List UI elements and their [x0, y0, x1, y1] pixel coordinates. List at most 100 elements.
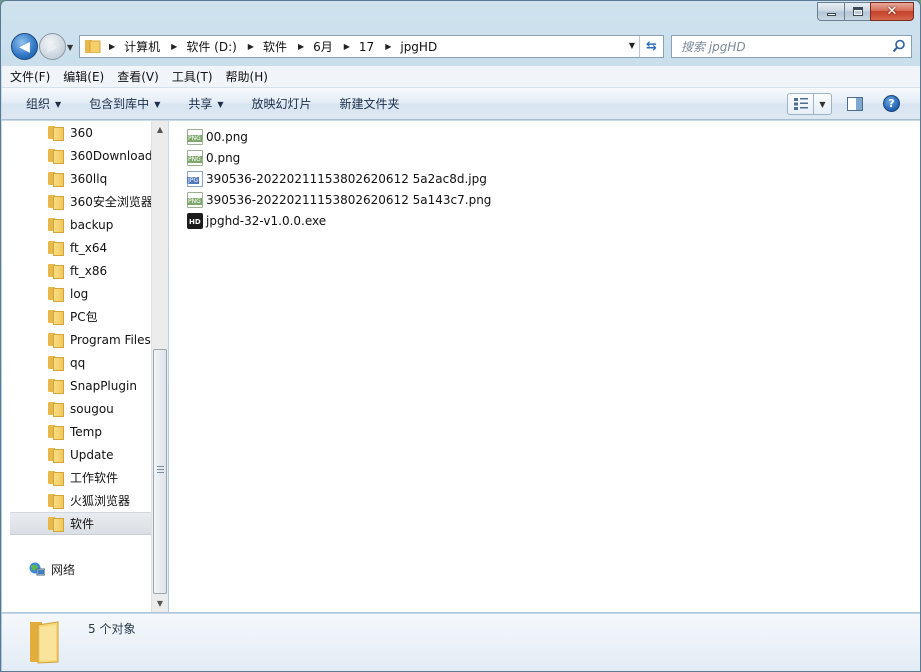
tree-item-selected[interactable]: 软件 — [10, 512, 151, 535]
view-options-icon[interactable] — [788, 94, 814, 114]
menu-view[interactable]: 查看(V) — [117, 68, 159, 85]
tree-item[interactable]: ft_x86 — [2, 259, 151, 282]
network-label: 网络 — [51, 563, 76, 577]
folder-icon — [48, 517, 64, 532]
tree-item[interactable]: PC包 — [2, 305, 151, 328]
address-history-dropdown[interactable]: ▼ — [629, 41, 635, 50]
tree-item-label: ft_x86 — [70, 263, 108, 278]
close-button[interactable]: ✕ — [870, 2, 914, 21]
menu-help[interactable]: 帮助(H) — [226, 68, 268, 85]
scroll-down-arrow-icon[interactable]: ▼ — [152, 595, 168, 612]
folder-icon — [48, 126, 64, 141]
minimize-button[interactable] — [817, 2, 844, 21]
list-item[interactable]: 0.png — [187, 148, 240, 168]
explorer-window: ✕ ◀ ▶ ▼ ▶ 计算机 ▶ 软件 (D:) ▶ 软件 ▶ 6月 ▶ 17 ▶… — [0, 0, 921, 672]
nav-pane-scrollbar[interactable]: ▲ ▼ — [151, 121, 168, 612]
tree-item-label: Temp — [70, 424, 102, 439]
tree-item[interactable]: Update — [2, 443, 151, 466]
breadcrumb-computer[interactable]: 计算机 — [124, 38, 160, 55]
scroll-up-arrow-icon[interactable]: ▲ — [152, 121, 168, 138]
tree-item[interactable]: 360llq — [2, 167, 151, 190]
preview-pane-button[interactable] — [847, 97, 863, 111]
breadcrumb-chevron-icon[interactable]: ▶ — [298, 42, 304, 51]
tree-item[interactable]: 火狐浏览器 — [2, 489, 151, 512]
include-in-library-button[interactable]: 包含到库中 ▼ — [89, 95, 160, 112]
breadcrumb-chevron-icon[interactable]: ▶ — [385, 42, 391, 51]
breadcrumb-jpghd[interactable]: jpgHD — [400, 40, 437, 54]
tree-item[interactable]: Program Files — [2, 328, 151, 351]
jpg-file-icon — [187, 171, 203, 187]
organize-button[interactable]: 组织 ▼ — [26, 95, 61, 112]
slideshow-button[interactable]: 放映幻灯片 — [252, 95, 312, 112]
tree-item[interactable]: 工作软件 — [2, 466, 151, 489]
folder-icon — [30, 621, 59, 664]
tree-item-label: 360llq — [70, 171, 108, 186]
tree-item[interactable]: 360安全浏览器 — [2, 190, 151, 213]
breadcrumb-chevron-icon[interactable]: ▶ — [109, 42, 115, 51]
search-icon[interactable] — [892, 39, 906, 53]
tree-item-label: Program Files — [70, 332, 151, 347]
tree-item-label: PC包 — [70, 310, 98, 324]
breadcrumb-june[interactable]: 6月 — [313, 38, 333, 55]
breadcrumb-chevron-icon[interactable]: ▶ — [171, 42, 177, 51]
tree-item[interactable]: sougou — [2, 397, 151, 420]
tree-item[interactable]: backup — [2, 213, 151, 236]
tree-item-label: qq — [70, 355, 86, 370]
scrollbar-thumb[interactable] — [153, 349, 167, 594]
close-icon: ✕ — [886, 4, 898, 19]
change-view-button[interactable]: ▼ — [787, 93, 832, 115]
view-dropdown-icon[interactable]: ▼ — [814, 94, 831, 114]
tree-item[interactable]: ft_x64 — [2, 236, 151, 259]
tree-item[interactable]: 360Download — [2, 144, 151, 167]
png-file-icon — [187, 192, 203, 208]
help-button[interactable]: ? — [883, 95, 900, 112]
file-name: 00.png — [206, 130, 248, 144]
address-bar[interactable]: ▶ 计算机 ▶ 软件 (D:) ▶ 软件 ▶ 6月 ▶ 17 ▶ jpgHD ▼… — [79, 35, 664, 58]
folder-icon — [48, 287, 64, 302]
list-item[interactable]: jpghd-32-v1.0.0.exe — [187, 211, 326, 231]
refresh-button[interactable]: ⇆ — [639, 36, 663, 57]
menu-file[interactable]: 文件(F) — [10, 68, 50, 85]
tree-item[interactable]: Temp — [2, 420, 151, 443]
search-input[interactable]: 搜索 jpgHD — [671, 35, 912, 58]
list-item[interactable]: 390536-20220211153802620612 5a143c7.png — [187, 190, 491, 210]
breadcrumb-chevron-icon[interactable]: ▶ — [248, 42, 254, 51]
folder-icon — [48, 218, 64, 233]
new-folder-button[interactable]: 新建文件夹 — [340, 95, 400, 112]
file-list: 00.png 0.png 390536-20220211153802620612… — [169, 121, 920, 612]
list-item[interactable]: 00.png — [187, 127, 248, 147]
folder-icon — [48, 264, 64, 279]
share-label: 共享 — [188, 97, 213, 111]
grip-icon — [157, 466, 164, 473]
tree-item[interactable]: 360 — [2, 121, 151, 144]
folder-icon — [48, 356, 64, 371]
share-button[interactable]: 共享 ▼ — [188, 95, 223, 112]
refresh-icon: ⇆ — [646, 39, 657, 54]
menu-tools[interactable]: 工具(T) — [172, 68, 213, 85]
list-item[interactable]: 390536-20220211153802620612 5a2ac8d.jpg — [187, 169, 487, 189]
navigation-row: ◀ ▶ ▼ ▶ 计算机 ▶ 软件 (D:) ▶ 软件 ▶ 6月 ▶ 17 ▶ j… — [1, 31, 920, 63]
breadcrumb-chevron-icon[interactable]: ▶ — [344, 42, 350, 51]
tree-item[interactable]: log — [2, 282, 151, 305]
breadcrumb-17[interactable]: 17 — [359, 40, 374, 54]
forward-button[interactable]: ▶ — [39, 33, 66, 60]
maximize-icon — [852, 7, 863, 16]
recent-pages-dropdown[interactable]: ▼ — [67, 43, 73, 52]
png-file-icon — [187, 129, 203, 145]
menu-bar: 文件(F) 编辑(E) 查看(V) 工具(T) 帮助(H) — [2, 66, 920, 88]
folder-icon — [48, 379, 64, 394]
back-button[interactable]: ◀ — [11, 33, 38, 60]
item-count: 5 个对象 — [88, 622, 136, 636]
tree-item-label: 360安全浏览器 — [70, 195, 151, 209]
tree-item-label: ft_x64 — [70, 240, 108, 255]
sidebar-item-network[interactable]: 网络 — [29, 561, 75, 578]
tree-item-label: 工作软件 — [70, 471, 119, 485]
tree-item[interactable]: SnapPlugin — [2, 374, 151, 397]
tree-item[interactable]: qq — [2, 351, 151, 374]
exe-file-icon — [187, 213, 203, 229]
tree-item-label: SnapPlugin — [70, 378, 137, 393]
breadcrumb-software[interactable]: 软件 — [263, 38, 287, 55]
breadcrumb-drive-d[interactable]: 软件 (D:) — [186, 38, 236, 55]
menu-edit[interactable]: 编辑(E) — [63, 68, 104, 85]
maximize-button[interactable] — [844, 2, 870, 21]
